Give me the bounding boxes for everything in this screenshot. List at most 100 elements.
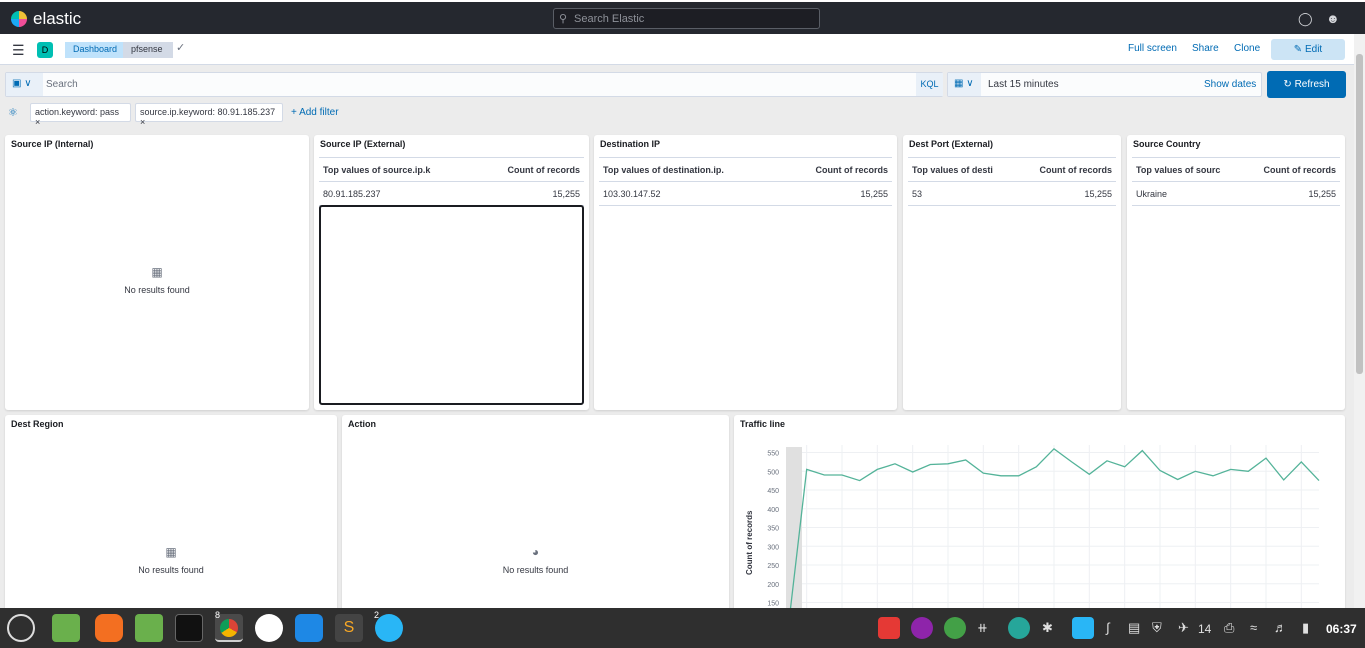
table-header: Top values of desti Count of records <box>908 157 1116 182</box>
bluetooth-icon[interactable]: ∫ <box>1106 620 1110 635</box>
panel-dest-port: Dest Port (External) Top values of desti… <box>903 135 1121 410</box>
column-header-count[interactable]: Count of records <box>815 165 888 175</box>
selection-outline <box>319 205 584 405</box>
breadcrumb-dashboard[interactable]: Dashboard <box>65 42 126 58</box>
filter-options-icon[interactable]: ⚛ <box>8 106 18 119</box>
app-icon[interactable] <box>295 614 323 642</box>
close-icon[interactable]: × <box>140 117 145 127</box>
terminal-icon[interactable] <box>175 614 203 642</box>
time-range-label[interactable]: Last 15 minutes <box>988 79 1059 90</box>
panel-title: Source IP (Internal) <box>11 139 94 149</box>
panel-source-ip-internal: Source IP (Internal) ▦ No results found <box>5 135 309 410</box>
full-screen-link[interactable]: Full screen <box>1128 43 1177 54</box>
search-icon: ⚲ <box>559 13 568 25</box>
clipboard-icon[interactable]: ▤ <box>1128 620 1140 636</box>
calendar-icon: ▦ ∨ <box>954 78 974 89</box>
y-tick-label: 400 <box>767 507 779 514</box>
user-menu-icon[interactable]: ☻ <box>1326 11 1340 26</box>
empty-state: ▦ No results found <box>5 265 309 295</box>
tray-app-icon[interactable] <box>911 617 933 639</box>
chrome-icon[interactable]: 8 <box>215 610 243 642</box>
panel-title: Source IP (External) <box>320 139 406 149</box>
help-icon[interactable]: ◯ <box>1298 11 1313 27</box>
kql-toggle[interactable]: KQL <box>916 73 943 96</box>
table-header: Top values of source.ip.k Count of record… <box>319 157 584 182</box>
folder-icon[interactable] <box>135 614 163 642</box>
column-header-count[interactable]: Count of records <box>1039 165 1112 175</box>
column-header-top-values[interactable]: Top values of sourc <box>1136 165 1232 175</box>
page-scrollbar[interactable] <box>1354 34 1365 608</box>
y-tick-label: 500 <box>767 469 779 476</box>
traffic-line-chart[interactable]: 150 200 250 300 350 400 450 500 550 Count of rec… <box>734 415 1345 615</box>
clone-link[interactable]: Clone <box>1234 43 1260 54</box>
space-avatar[interactable]: D <box>37 42 53 58</box>
y-tick-label: 350 <box>767 526 779 533</box>
breadcrumb-pfsense: pfsense <box>123 42 173 58</box>
tray-app-icon[interactable] <box>878 617 900 639</box>
elastic-logo[interactable]: elastic <box>11 9 81 29</box>
calendar-button[interactable]: ▦ ∨ <box>948 73 981 96</box>
panel-title: Source Country <box>1133 139 1201 149</box>
column-header-count[interactable]: Count of records <box>507 165 580 175</box>
printer-icon[interactable]: ⎙ <box>1224 620 1234 636</box>
column-header-top-values[interactable]: Top values of destination.ip. <box>603 165 753 175</box>
column-header-count[interactable]: Count of records <box>1263 165 1336 175</box>
panel-source-country: Source Country Top values of sourc Count … <box>1127 135 1345 410</box>
panel-title: Dest Port (External) <box>909 139 994 149</box>
scrollbar-thumb[interactable] <box>1356 54 1363 374</box>
battery-icon[interactable]: ▮ <box>1302 620 1309 636</box>
slack-tray-icon[interactable]: ✱ <box>1042 620 1053 636</box>
y-tick-label: 150 <box>767 601 779 608</box>
query-input[interactable]: Search <box>46 79 78 90</box>
chevron-down-icon[interactable]: ✓ <box>176 41 185 54</box>
y-tick-label: 300 <box>767 544 779 551</box>
tray-app-icon[interactable] <box>944 617 966 639</box>
slack-icon[interactable] <box>255 614 283 642</box>
panel-traffic-line: Traffic line 150 200 250 300 350 400 450 500 550… <box>734 415 1345 615</box>
y-tick-label: 200 <box>767 582 779 589</box>
empty-state: ▦ No results found <box>5 545 337 575</box>
column-header-top-values[interactable]: Top values of desti <box>912 165 1008 175</box>
table-header: Top values of destination.ip. Count of re… <box>599 157 892 182</box>
table-row: 53 15,255 <box>908 182 1116 206</box>
global-search-input[interactable]: ⚲ Search Elastic <box>553 8 820 29</box>
app-icon[interactable] <box>95 614 123 642</box>
add-filter-button[interactable]: + Add filter <box>291 107 339 118</box>
table-row: Ukraine 15,255 <box>1132 182 1340 206</box>
close-icon[interactable]: × <box>35 117 40 127</box>
sublime-text-icon[interactable]: S <box>335 614 363 642</box>
notification-icon[interactable]: ✈ <box>1178 620 1189 636</box>
network-off-icon[interactable]: ⧺ <box>977 620 988 636</box>
refresh-icon: ↻ <box>1283 79 1292 90</box>
dashboard-navbar: ☰ D Dashboard pfsense ✓ Full screen Shar… <box>0 34 1354 65</box>
filter-pill-source-ip[interactable]: source.ip.keyword: 80.91.185.237 × <box>135 103 283 127</box>
query-bar: ▣ ∨ Search KQL <box>5 72 943 97</box>
volume-icon[interactable]: ♬ <box>1274 620 1287 635</box>
tray-app-icon[interactable] <box>1008 617 1030 639</box>
table-icon: ▦ <box>165 545 177 559</box>
top-header: elastic ⚲ Search Elastic ◯ ☻ <box>0 0 1365 34</box>
clock: 06:37 <box>1326 622 1357 636</box>
files-icon[interactable] <box>52 614 80 642</box>
table-icon: ▦ <box>151 265 163 279</box>
hamburger-icon[interactable]: ☰ <box>12 42 25 59</box>
refresh-button[interactable]: ↻ Refresh <box>1267 71 1346 98</box>
sync-tray-icon[interactable] <box>1072 617 1094 639</box>
filter-pill-action[interactable]: action.keyword: pass × <box>30 103 131 127</box>
panel-title: Destination IP <box>600 139 661 149</box>
panel-action: Action ◕ No results found <box>342 415 729 615</box>
wifi-icon[interactable]: ≈ <box>1250 620 1257 635</box>
column-header-top-values[interactable]: Top values of source.ip.k <box>323 165 463 175</box>
edit-button[interactable]: ✎ Edit <box>1271 39 1345 60</box>
show-dates-link[interactable]: Show dates <box>1204 79 1256 90</box>
y-axis-label: Count of records <box>745 510 754 575</box>
sync-icon[interactable]: 2 <box>374 610 403 642</box>
panel-title: Dest Region <box>11 419 64 429</box>
shield-icon[interactable]: ⛨ <box>1152 620 1162 636</box>
y-tick-label: 250 <box>767 563 779 570</box>
saved-query-button[interactable]: ▣ ∨ <box>6 73 43 96</box>
mint-menu-icon[interactable] <box>7 614 35 642</box>
panel-dest-region: Dest Region ▦ No results found <box>5 415 337 615</box>
share-link[interactable]: Share <box>1192 43 1219 54</box>
y-tick-label: 450 <box>767 488 779 495</box>
